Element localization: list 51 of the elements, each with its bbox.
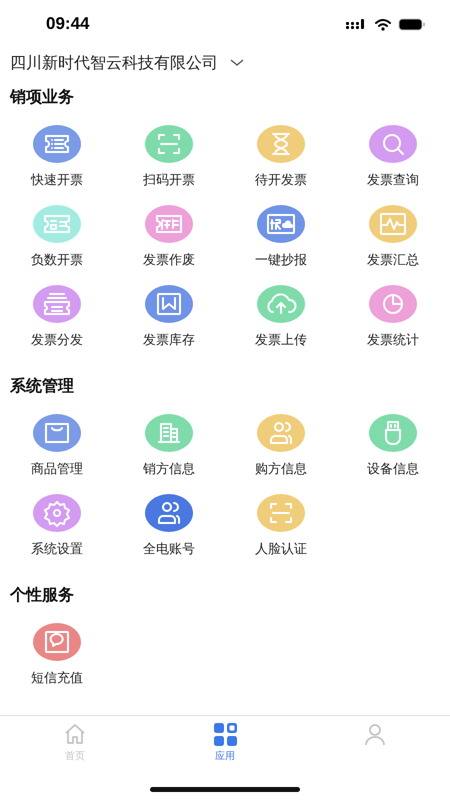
app-label[interactable]: 设备信息 [367,461,419,478]
app-label[interactable]: 负数开票 [31,252,83,269]
ticket-icon[interactable] [145,205,193,243]
app-label[interactable]: 扫码开票 [143,172,195,189]
grid-icon [212,722,238,747]
app-label[interactable]: 发票汇总 [367,252,419,269]
app-label[interactable]: 全电账号 [143,541,195,558]
cloud-upload-icon[interactable] [257,205,305,243]
home-icon [62,722,88,747]
chevron-down-icon [230,59,244,67]
app-label[interactable]: 发票查询 [367,172,419,189]
settings-icon[interactable] [33,494,81,532]
section-title: 销项业务 [8,87,74,107]
section-title: 系统管理 [9,376,74,396]
app-label[interactable]: 系统设置 [31,541,83,558]
section-title: 个性服务 [8,585,74,605]
battery-icon [398,18,426,30]
app-label[interactable]: 发票分发 [31,332,83,349]
app-label[interactable]: 快速开票 [31,172,83,189]
bookmark-icon[interactable] [145,285,193,323]
bag-icon[interactable] [33,414,81,452]
app-label[interactable]: 短信充值 [31,670,83,687]
app-label[interactable]: 销方信息 [143,461,195,478]
pie-chart-icon[interactable] [369,285,417,323]
ticket-icon[interactable] [33,125,81,163]
hourglass-icon[interactable] [257,125,305,163]
app-label[interactable]: 发票作废 [143,252,195,269]
tab[interactable]: 应用 [150,722,300,767]
person-icon [362,722,388,747]
waveform-icon[interactable] [369,205,417,243]
app-label[interactable]: 待开发票 [255,172,307,189]
app-label[interactable]: 发票上传 [255,332,307,349]
building-icon[interactable] [145,414,193,452]
app-label[interactable]: 一键抄报 [255,252,307,269]
wifi-icon [374,18,392,30]
app-label[interactable]: 购方信息 [255,461,307,478]
app-label[interactable]: 发票统计 [367,332,419,349]
ticket-icon[interactable] [33,285,81,323]
ticket-icon[interactable] [33,205,81,243]
usb-drive-icon[interactable] [369,414,417,452]
app-label[interactable]: 发票库存 [143,332,195,349]
cloud-upload-icon[interactable] [257,285,305,323]
app-label[interactable]: 商品管理 [31,461,83,478]
message-icon[interactable] [33,623,81,661]
search-icon[interactable] [369,125,417,163]
app-label[interactable]: 人脸认证 [255,541,307,558]
scan-icon[interactable] [145,125,193,163]
status-time: 09:44 [46,14,90,34]
scan-icon[interactable] [257,494,305,532]
users-icon[interactable] [145,494,193,532]
company-selector[interactable]: 四川新时代智云科技有限公司 [0,48,244,78]
